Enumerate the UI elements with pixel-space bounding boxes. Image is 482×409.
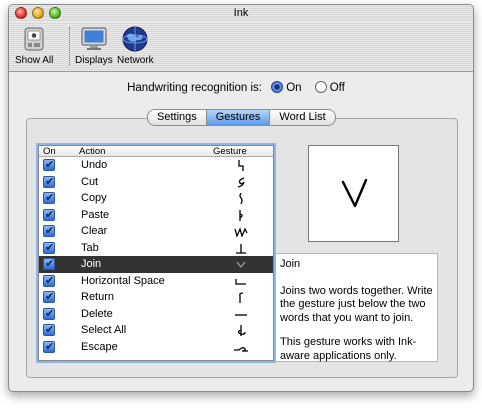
action-name: Clear bbox=[81, 225, 108, 237]
row-checkbox[interactable] bbox=[43, 339, 55, 355]
table-row[interactable]: Return bbox=[39, 289, 273, 306]
recognition-off-label: Off bbox=[329, 82, 345, 94]
cut-gesture-icon bbox=[237, 176, 245, 188]
action-name: Copy bbox=[81, 192, 107, 204]
row-checkbox[interactable] bbox=[43, 207, 55, 223]
show-all-icon bbox=[19, 25, 49, 53]
recognition-label: Handwriting recognition is: bbox=[127, 82, 262, 94]
action-name: Tab bbox=[81, 241, 99, 254]
table-row[interactable]: Paste bbox=[39, 207, 273, 223]
toolbar: Show All Displays Network bbox=[9, 22, 473, 72]
recognition-on-label: On bbox=[286, 82, 302, 94]
table-row[interactable]: Horizontal Space bbox=[39, 273, 273, 289]
displays-label: Displays bbox=[75, 55, 113, 66]
title-bar[interactable]: Ink bbox=[9, 5, 473, 22]
window-title: Ink bbox=[233, 7, 249, 19]
tab-word-list[interactable]: Word List bbox=[270, 109, 336, 126]
table-row[interactable]: Copy bbox=[39, 190, 273, 207]
action-name: Return bbox=[81, 291, 115, 303]
radio-on-icon[interactable] bbox=[271, 81, 284, 93]
action-name: Undo bbox=[81, 159, 108, 171]
header-on[interactable]: On bbox=[43, 146, 56, 157]
action-name: Escape bbox=[81, 340, 118, 353]
header-action[interactable]: Action bbox=[79, 146, 105, 157]
toolbar-separator bbox=[69, 27, 70, 65]
description-body: Joins two words together. Write the gest… bbox=[280, 284, 433, 324]
ink-preferences-window: Ink Show All Displays Network Handwritin… bbox=[8, 4, 474, 392]
displays-icon bbox=[79, 25, 109, 53]
zoom-button[interactable] bbox=[49, 7, 61, 19]
row-checkbox[interactable] bbox=[43, 190, 55, 207]
table-header: On Action Gesture bbox=[39, 146, 273, 157]
tab-gesture-icon bbox=[236, 243, 246, 254]
tab-settings[interactable]: Settings bbox=[147, 109, 207, 126]
description-title: Join bbox=[280, 258, 301, 270]
action-name: Join bbox=[81, 258, 102, 270]
row-checkbox[interactable] bbox=[43, 174, 55, 190]
table-row[interactable]: Tab bbox=[39, 240, 273, 256]
gesture-table[interactable]: On Action Gesture Undo Cut Copy Paste Cl… bbox=[36, 143, 276, 363]
row-checkbox[interactable] bbox=[43, 273, 55, 289]
network-button[interactable]: Network bbox=[117, 25, 154, 66]
recognition-on-option[interactable]: On bbox=[271, 81, 305, 94]
tab-gestures[interactable]: Gestures bbox=[206, 109, 271, 126]
copy-gesture-icon bbox=[239, 193, 243, 204]
action-name: Horizontal Space bbox=[81, 274, 165, 287]
network-label: Network bbox=[117, 55, 154, 66]
delete-gesture-icon bbox=[235, 313, 247, 316]
gesture-preview bbox=[308, 145, 399, 242]
table-row[interactable]: Select All bbox=[39, 322, 273, 339]
action-name: Cut bbox=[81, 175, 99, 188]
table-row[interactable]: Delete bbox=[39, 306, 273, 322]
paste-gesture-icon bbox=[239, 209, 243, 221]
minimize-button[interactable] bbox=[32, 7, 44, 19]
horizontal-space-gesture-icon bbox=[235, 278, 246, 285]
table-row[interactable]: Join bbox=[39, 256, 273, 273]
show-all-label: Show All bbox=[15, 55, 54, 66]
displays-button[interactable]: Displays bbox=[75, 25, 113, 66]
row-checkbox[interactable] bbox=[43, 157, 55, 174]
radio-off-icon[interactable] bbox=[314, 81, 327, 93]
show-all-button[interactable]: Show All bbox=[15, 25, 53, 66]
row-checkbox[interactable] bbox=[43, 223, 55, 240]
row-checkbox[interactable] bbox=[43, 306, 55, 322]
join-gesture-icon bbox=[236, 261, 246, 269]
row-checkbox[interactable] bbox=[43, 240, 55, 256]
select-all-gesture-icon bbox=[237, 325, 246, 336]
row-checkbox[interactable] bbox=[43, 256, 55, 273]
network-icon bbox=[120, 25, 150, 53]
table-row[interactable]: Clear bbox=[39, 223, 273, 240]
table-row[interactable]: Escape bbox=[39, 339, 273, 355]
tab-bar: Settings Gestures Word List bbox=[147, 109, 336, 126]
table-row[interactable]: Undo bbox=[39, 157, 273, 174]
header-gesture[interactable]: Gesture bbox=[213, 146, 247, 157]
close-button[interactable] bbox=[15, 7, 27, 19]
recognition-off-option[interactable]: Off bbox=[314, 81, 345, 94]
gesture-description: Join Joins two words together. Write the… bbox=[275, 253, 438, 362]
table-row[interactable]: Cut bbox=[39, 174, 273, 190]
action-name: Delete bbox=[81, 307, 113, 320]
undo-gesture-icon bbox=[238, 160, 244, 171]
recognition-radio-group: Handwriting recognition is: On Off bbox=[9, 81, 473, 94]
join-gesture-preview-icon bbox=[341, 178, 368, 208]
action-name: Paste bbox=[81, 208, 110, 221]
clear-gesture-icon bbox=[234, 227, 248, 237]
action-name: Select All bbox=[81, 324, 127, 336]
row-checkbox[interactable] bbox=[43, 322, 55, 339]
description-note: This gesture works with Ink-aware applic… bbox=[280, 336, 417, 362]
return-gesture-icon bbox=[239, 292, 244, 303]
escape-gesture-icon bbox=[234, 346, 248, 352]
row-checkbox[interactable] bbox=[43, 289, 55, 306]
